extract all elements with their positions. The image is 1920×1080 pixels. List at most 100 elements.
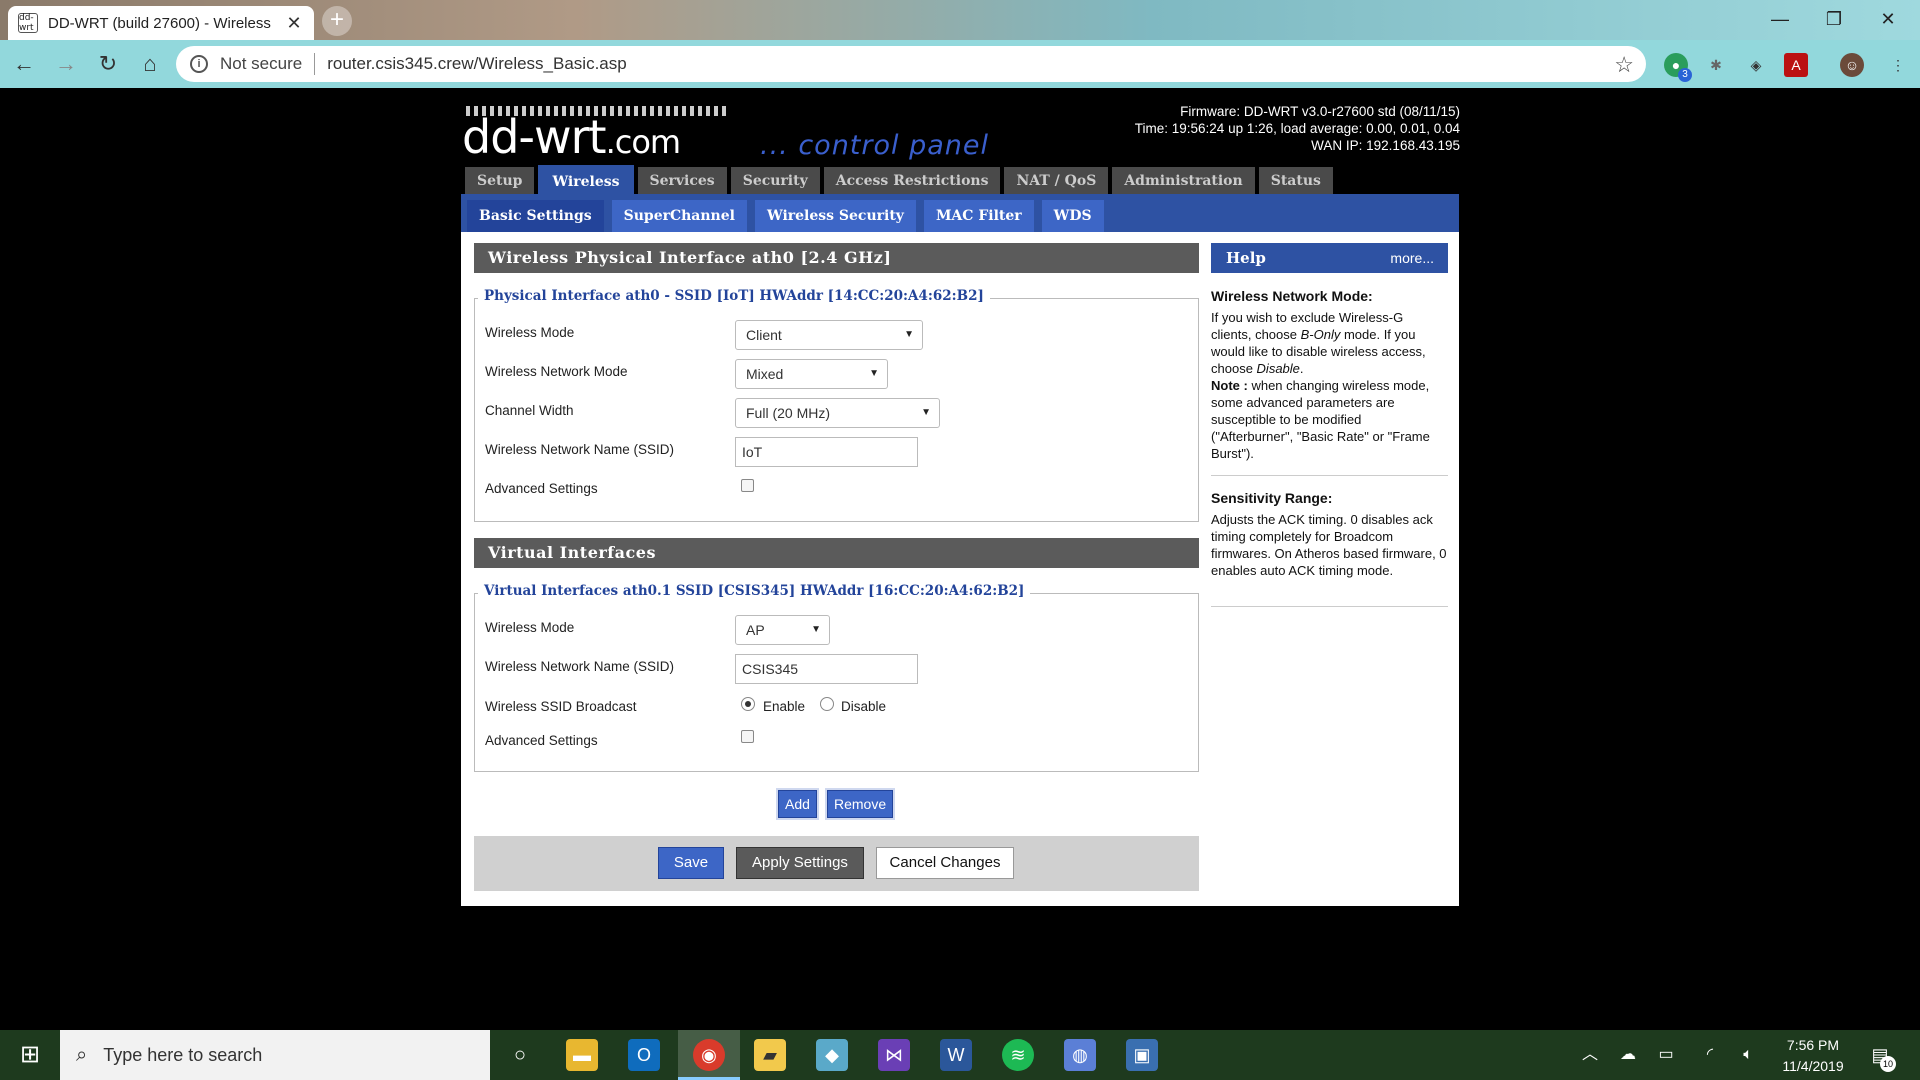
minimize-icon[interactable]: —: [1760, 6, 1800, 32]
network-mode-select[interactable]: Mixed ▼: [735, 359, 888, 389]
pen-app-icon[interactable]: ◆: [816, 1039, 848, 1071]
ssid-label: Wireless Network Name (SSID): [485, 442, 675, 457]
wireless-mode-select[interactable]: Client ▼: [735, 320, 923, 350]
chrome-menu-icon[interactable]: ⋮: [1886, 53, 1910, 77]
physical-interface-legend: Physical Interface ath0 - SSID [IoT] HWA…: [478, 288, 990, 304]
tab-setup[interactable]: Setup: [465, 167, 535, 195]
remove-button[interactable]: Remove: [827, 790, 894, 818]
back-arrow-icon[interactable]: ←: [6, 46, 42, 82]
tab-status[interactable]: Status: [1258, 167, 1333, 195]
spotify-icon[interactable]: ≋: [1002, 1039, 1034, 1071]
tab-security[interactable]: Security: [730, 167, 820, 195]
window-close-icon[interactable]: ✕: [1868, 6, 1908, 32]
word-icon[interactable]: W: [940, 1039, 972, 1071]
tab-title: DD-WRT (build 27600) - Wireless: [48, 14, 271, 32]
taskbar-search[interactable]: ⌕ Type here to search: [60, 1030, 490, 1080]
virtual-ssid-input[interactable]: CSIS345: [735, 654, 918, 684]
clock-time: 7:56 PM: [1786, 1037, 1840, 1053]
extension-badge: 3: [1678, 68, 1692, 82]
visual-studio-icon[interactable]: ⋈: [878, 1039, 910, 1071]
restore-icon[interactable]: ❐: [1814, 6, 1854, 32]
disable-label: Disable: [841, 699, 887, 714]
tab-nat-qos[interactable]: NAT / QoS: [1004, 167, 1109, 195]
forward-arrow-icon[interactable]: →: [48, 46, 84, 82]
help-header: Help more...: [1211, 243, 1448, 273]
channel-width-select[interactable]: Full (20 MHz) ▼: [735, 398, 940, 428]
ssid-broadcast-disable-radio[interactable]: [820, 697, 834, 711]
help-more-link[interactable]: more...: [1390, 250, 1434, 266]
help-wireless-mode-heading: Wireless Network Mode:: [1211, 288, 1373, 304]
sub-navigation: Basic Settings SuperChannel Wireless Sec…: [467, 200, 1104, 232]
volume-icon[interactable]: 🔈︎: [1732, 1039, 1764, 1071]
enable-label: Enable: [763, 699, 806, 714]
network-mode-label: Wireless Network Mode: [485, 364, 628, 379]
subtab-mac-filter[interactable]: MAC Filter: [923, 200, 1034, 232]
new-tab-plus-icon[interactable]: +: [322, 6, 352, 36]
help-sensitivity-text: Adjusts the ACK timing. 0 disables ack t…: [1211, 512, 1447, 578]
browser-tab-strip: dd-wrt DD-WRT (build 27600) - Wireless ✕…: [0, 0, 1920, 40]
ddwrt-logo: dd-wrt.com: [462, 110, 681, 164]
bug-extension-icon[interactable]: ✱: [1704, 53, 1728, 77]
tab-administration[interactable]: Administration: [1112, 167, 1255, 195]
wireless-mode-label: Wireless Mode: [485, 325, 575, 340]
cancel-changes-button[interactable]: Cancel Changes: [876, 847, 1014, 879]
tab-close-icon[interactable]: ✕: [284, 13, 304, 34]
battery-icon[interactable]: ▭: [1650, 1039, 1682, 1071]
lightbulb-extension-icon[interactable]: ◈: [1744, 53, 1768, 77]
file-manager-icon[interactable]: ▰: [754, 1039, 786, 1071]
save-button[interactable]: Save: [658, 847, 724, 879]
windows-start-icon[interactable]: ⊞: [0, 1030, 60, 1080]
profile-avatar-icon[interactable]: ☺: [1840, 53, 1864, 77]
network-app-icon[interactable]: ▣: [1126, 1039, 1158, 1071]
help-divider: [1211, 475, 1448, 476]
taskbar-clock[interactable]: 7:56 PM 11/4/2019: [1768, 1035, 1858, 1077]
virtual-wireless-mode-select[interactable]: AP ▼: [735, 615, 830, 645]
chevron-down-icon: ▼: [869, 368, 879, 379]
apply-settings-button[interactable]: Apply Settings: [736, 847, 864, 879]
file-explorer-icon[interactable]: ▬: [566, 1039, 598, 1071]
subtab-wireless-security[interactable]: Wireless Security: [754, 200, 916, 232]
virtual-interface-legend: Virtual Interfaces ath0.1 SSID [CSIS345]…: [478, 583, 1031, 599]
info-icon[interactable]: i: [190, 55, 208, 73]
outlook-icon[interactable]: O: [628, 1039, 660, 1071]
url-text[interactable]: router.csis345.crew/Wireless_Basic.asp: [327, 54, 627, 74]
ssid-broadcast-enable-radio[interactable]: [741, 697, 755, 711]
windows-taskbar: ⊞ ⌕ Type here to search ○ ▬ O ◉ ▰ ◆ ⋈ W …: [0, 1030, 1920, 1080]
virtual-advanced-settings-checkbox[interactable]: [741, 730, 754, 743]
browser-toolbar: ← → ↻ ⌂ i Not secure router.csis345.crew…: [0, 40, 1920, 88]
onedrive-cloud-icon[interactable]: ☁: [1612, 1039, 1644, 1071]
clock-date: 11/4/2019: [1782, 1058, 1844, 1074]
virtual-ssid-label: Wireless Network Name (SSID): [485, 659, 675, 674]
tab-services[interactable]: Services: [637, 167, 727, 195]
virtual-interfaces-title: Virtual Interfaces: [474, 538, 1199, 568]
ssid-broadcast-label: Wireless SSID Broadcast: [485, 699, 637, 714]
bookmark-star-icon[interactable]: ☆: [1614, 52, 1634, 78]
help-sensitivity-heading: Sensitivity Range:: [1211, 490, 1333, 506]
control-panel-tagline: ... control panel: [760, 130, 990, 161]
remote-app-icon[interactable]: ◍: [1064, 1039, 1096, 1071]
reload-icon[interactable]: ↻: [90, 46, 126, 82]
omnibox-divider: [314, 53, 316, 75]
main-navigation: Setup Wireless Services Security Access …: [465, 165, 1333, 199]
add-button[interactable]: Add: [778, 790, 817, 818]
browser-tab[interactable]: dd-wrt DD-WRT (build 27600) - Wireless ✕: [8, 6, 314, 40]
search-icon: ⌕: [76, 1043, 88, 1066]
advanced-settings-checkbox[interactable]: [741, 479, 754, 492]
address-bar[interactable]: i Not secure router.csis345.crew/Wireles…: [176, 46, 1646, 82]
subtab-wds[interactable]: WDS: [1041, 200, 1104, 232]
cortana-icon[interactable]: ○: [504, 1039, 536, 1071]
pdf-extension-icon[interactable]: A: [1784, 53, 1808, 77]
home-icon[interactable]: ⌂: [132, 46, 168, 82]
subtab-basic-settings[interactable]: Basic Settings: [467, 200, 604, 232]
wifi-icon[interactable]: ◜: [1694, 1039, 1726, 1071]
tray-chevron-up-icon[interactable]: ︿: [1574, 1039, 1606, 1071]
ddwrt-favicon-icon: dd-wrt: [18, 13, 38, 33]
uptime-line: Time: 19:56:24 up 1:26, load average: 0.…: [1134, 121, 1460, 136]
chevron-down-icon: ▼: [921, 407, 931, 418]
tab-access-restrictions[interactable]: Access Restrictions: [823, 167, 1001, 195]
chevron-down-icon: ▼: [904, 329, 914, 340]
not-secure-label: Not secure: [220, 54, 303, 73]
ssid-input[interactable]: IoT: [735, 437, 918, 467]
chrome-icon[interactable]: ◉: [693, 1039, 725, 1071]
subtab-superchannel[interactable]: SuperChannel: [611, 200, 747, 232]
